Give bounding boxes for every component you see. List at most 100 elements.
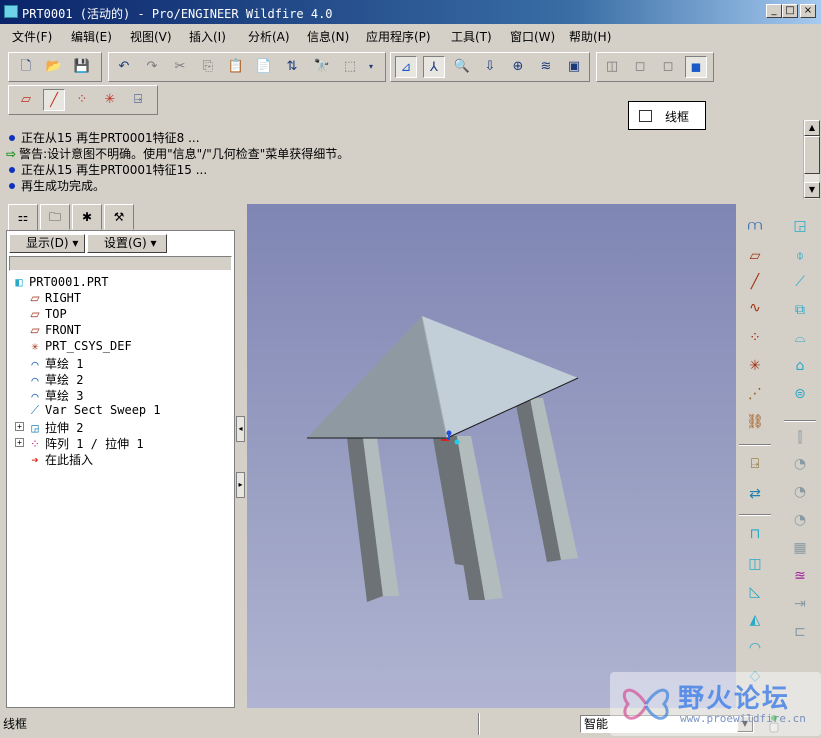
rib-tool-icon[interactable]: ◺ (742, 580, 768, 604)
mirror-tool-icon[interactable]: ⫿ (787, 426, 813, 450)
sweep-tool-icon[interactable]: ⟋ (787, 270, 813, 294)
thicken-tool-icon[interactable]: ⇥ (787, 592, 813, 616)
tree-item-csys[interactable]: ✳ PRT_CSYS_DEF (27, 339, 131, 353)
menu-file[interactable]: 文件(F) (12, 28, 52, 45)
no-hidden-icon[interactable]: ◻ (657, 56, 679, 78)
menu-analysis[interactable]: 分析(A) (248, 28, 290, 45)
datum-axis-tool-icon[interactable]: ╱ (742, 270, 768, 294)
menu-info[interactable]: 信息(N) (307, 28, 349, 45)
tree-item-extrude-2[interactable]: ◲ 拉伸 2 (27, 419, 83, 436)
menu-help[interactable]: 帮助(H) (569, 28, 611, 45)
copy-icon[interactable]: ⎘ (197, 56, 219, 78)
scroll-down-icon[interactable]: ▼ (804, 182, 820, 198)
tree-item-pattern[interactable]: ⁘ 阵列 1 / 拉伸 1 (27, 435, 144, 452)
folder-browser-tab[interactable]: 🗀 (40, 204, 70, 230)
show-dropdown[interactable]: 显示(D) ▾ (9, 234, 85, 253)
tree-item-right[interactable]: ⏥ RIGHT (27, 291, 81, 305)
tree-item-top[interactable]: ⏥ TOP (27, 307, 66, 321)
reorient-icon[interactable]: ⇩ (479, 56, 501, 78)
tree-item-sketch-1[interactable]: ⌒ 草绘 1 (27, 355, 83, 372)
expand-icon[interactable]: + (15, 438, 24, 447)
hole-tool-icon[interactable]: ⊓ (742, 522, 768, 546)
solidify-tool-icon[interactable]: ⊏ (787, 620, 813, 644)
expand-right-icon[interactable]: ▸ (236, 472, 245, 498)
shading-icon[interactable]: ◼ (685, 56, 707, 78)
regenerate-icon[interactable]: ⇅ (281, 56, 303, 78)
paste-special-icon[interactable]: 📄 (253, 56, 275, 78)
menu-insert[interactable]: 插入(I) (189, 28, 226, 45)
plane-display-icon[interactable]: ⏥ (15, 89, 37, 111)
expand-icon[interactable]: + (15, 422, 24, 431)
selection-box-icon[interactable]: ⬚ (339, 56, 361, 78)
datum-display-icon[interactable]: ⊿ (395, 56, 417, 78)
tree-item-front[interactable]: ⏥ FRONT (27, 323, 81, 337)
csys-display-icon[interactable]: ✳ (99, 89, 121, 111)
tree-item-insert-here[interactable]: ➔ 在此插入 (27, 451, 93, 468)
undo-icon[interactable]: ↶ (113, 56, 135, 78)
annotation-display-icon[interactable]: ⍈ (127, 89, 149, 111)
sketch-tool-icon[interactable]: ⩋ (742, 214, 768, 238)
favorites-tab[interactable]: ✱ (72, 204, 102, 230)
view-manager-icon[interactable]: ▣ (563, 56, 585, 78)
message-scrollbar[interactable]: ▲ ▼ (803, 120, 820, 199)
close-button[interactable]: × (800, 4, 816, 18)
hidden-line-icon[interactable]: ◻ (629, 56, 651, 78)
selection-dropdown-icon[interactable]: ▾ (365, 56, 377, 78)
tree-item-sketch-3[interactable]: ⌒ 草绘 3 (27, 387, 83, 404)
connections-tab[interactable]: ⚒ (104, 204, 134, 230)
maximize-button[interactable]: □ (782, 4, 798, 18)
settings-dropdown[interactable]: 设置(G) ▾ (87, 234, 167, 253)
feature-switch-icon[interactable]: ⇄ (742, 482, 768, 506)
menu-tools[interactable]: 工具(T) (451, 28, 492, 45)
datum-plane-tool-icon[interactable]: ⏥ (742, 244, 768, 268)
collapse-left-icon[interactable]: ◂ (236, 416, 245, 442)
datum-curve-tool-icon[interactable]: ∿ (742, 296, 768, 320)
menu-window[interactable]: 窗口(W) (510, 28, 555, 45)
menu-edit[interactable]: 编辑(E) (71, 28, 112, 45)
intersect-tool-icon[interactable]: ◔ (787, 508, 813, 532)
paste-icon[interactable]: 📋 (225, 56, 247, 78)
boundary-blend-icon[interactable]: ⌓ (787, 326, 813, 350)
trim-tool-icon[interactable]: ◔ (787, 480, 813, 504)
save-icon[interactable]: 💾 (71, 56, 93, 78)
annotation-tool-icon[interactable]: ⍈ (742, 452, 768, 476)
scroll-up-icon[interactable]: ▲ (804, 120, 820, 136)
menu-view[interactable]: 视图(V) (130, 28, 172, 45)
tree-item-part[interactable]: ◧ PRT0001.PRT (11, 275, 108, 289)
open-folder-icon[interactable]: 📂 (43, 56, 65, 78)
pattern-tool-icon[interactable]: ▦ (787, 536, 813, 560)
panel-splitter[interactable]: ◂ ▸ (235, 204, 247, 708)
blend-tool-icon[interactable]: ⧉ (787, 298, 813, 322)
tree-item-sketch-2[interactable]: ⌒ 草绘 2 (27, 371, 83, 388)
wireframe-icon[interactable]: ◫ (601, 56, 623, 78)
merge-tool-icon[interactable]: ◔ (787, 452, 813, 476)
tree-filter-box[interactable] (9, 256, 232, 271)
analysis-feature-icon[interactable]: ⋰ (742, 382, 768, 406)
model-tree-tab[interactable]: ⚏ (8, 204, 38, 231)
datum-point-tool-icon[interactable]: ⁘ (742, 326, 768, 350)
new-file-icon[interactable]: 🗋 (15, 56, 37, 78)
zoom-window-icon[interactable]: 🔍 (451, 56, 473, 78)
point-display-icon[interactable]: ⁘ (71, 89, 93, 111)
redo-icon[interactable]: ↷ (141, 56, 163, 78)
style-tool-icon[interactable]: ⌂ (787, 354, 813, 378)
extrude-tool-icon[interactable]: ◲ (787, 214, 813, 238)
shell-tool-icon[interactable]: ◫ (742, 552, 768, 576)
scroll-thumb[interactable] (804, 136, 820, 174)
offset-tool-icon[interactable]: ≊ (787, 564, 813, 588)
draft-tool-icon[interactable]: ◭ (742, 608, 768, 632)
chain-tool-icon[interactable]: ⛓ (742, 410, 768, 434)
layers-icon[interactable]: ≋ (535, 56, 557, 78)
minimize-button[interactable]: _ (766, 4, 782, 18)
menu-applications[interactable]: 应用程序(P) (366, 28, 431, 45)
find-icon[interactable]: 🔭 (311, 56, 333, 78)
spin-center-icon[interactable]: ⅄ (423, 56, 445, 78)
revolve-tool-icon[interactable]: ⌽ (787, 244, 813, 268)
saved-views-icon[interactable]: ⊕ (507, 56, 529, 78)
warp-tool-icon[interactable]: ⊜ (787, 382, 813, 406)
tree-item-sweep[interactable]: ⟋ Var Sect Sweep 1 (27, 403, 161, 418)
cut-icon[interactable]: ✂ (169, 56, 191, 78)
graphics-viewport[interactable] (247, 204, 736, 708)
csys-tool-icon[interactable]: ✳ (742, 354, 768, 378)
axis-display-icon[interactable]: ╱ (43, 89, 65, 111)
